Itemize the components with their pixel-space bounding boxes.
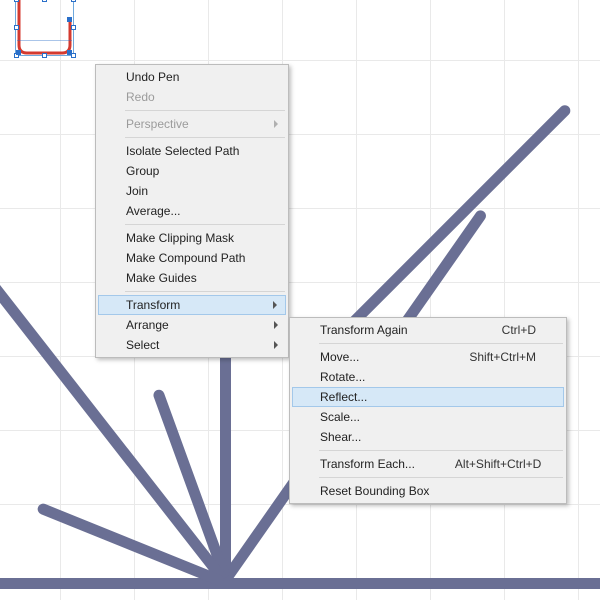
separator xyxy=(319,477,563,478)
anchor-selected[interactable] xyxy=(16,50,21,55)
menu-isolate[interactable]: Isolate Selected Path xyxy=(98,141,286,161)
anchor[interactable] xyxy=(71,0,76,2)
separator xyxy=(125,291,285,292)
menu-perspective: Perspective xyxy=(98,114,286,134)
menu-reset-bbox[interactable]: Reset Bounding Box xyxy=(292,481,564,501)
menu-transform[interactable]: Transform xyxy=(98,295,286,315)
menu-clipping-mask[interactable]: Make Clipping Mask xyxy=(98,228,286,248)
artwork-stroke xyxy=(0,578,600,589)
menu-average[interactable]: Average... xyxy=(98,201,286,221)
menu-transform-again[interactable]: Transform Again Ctrl+D xyxy=(292,320,564,340)
shortcut: Shift+Ctrl+M xyxy=(469,350,536,364)
anchor[interactable] xyxy=(14,25,19,30)
menu-scale[interactable]: Scale... xyxy=(292,407,564,427)
menu-guides[interactable]: Make Guides xyxy=(98,268,286,288)
anchor[interactable] xyxy=(71,25,76,30)
shortcut: Alt+Shift+Ctrl+D xyxy=(455,457,541,471)
menu-undo[interactable]: Undo Pen xyxy=(98,67,286,87)
menu-shear[interactable]: Shear... xyxy=(292,427,564,447)
context-menu[interactable]: Undo Pen Redo Perspective Isolate Select… xyxy=(95,64,289,358)
menu-compound-path[interactable]: Make Compound Path xyxy=(98,248,286,268)
separator xyxy=(125,137,285,138)
separator xyxy=(319,450,563,451)
chevron-right-icon xyxy=(274,120,278,128)
transform-submenu[interactable]: Transform Again Ctrl+D Move... Shift+Ctr… xyxy=(289,317,567,504)
canvas[interactable] xyxy=(0,0,600,600)
anchor-selected[interactable] xyxy=(67,50,72,55)
menu-redo: Redo xyxy=(98,87,286,107)
anchor[interactable] xyxy=(42,0,47,2)
anchor[interactable] xyxy=(14,0,19,2)
separator xyxy=(125,224,285,225)
menu-select[interactable]: Select xyxy=(98,335,286,355)
menu-join[interactable]: Join xyxy=(98,181,286,201)
selection-bbox xyxy=(15,0,74,56)
anchor[interactable] xyxy=(42,53,47,58)
artwork-stroke xyxy=(220,350,231,580)
chevron-right-icon xyxy=(274,341,278,349)
shortcut: Ctrl+D xyxy=(502,323,536,337)
menu-rotate[interactable]: Rotate... xyxy=(292,367,564,387)
menu-arrange[interactable]: Arrange xyxy=(98,315,286,335)
anchor-selected[interactable] xyxy=(67,17,72,22)
menu-transform-each[interactable]: Transform Each... Alt+Shift+Ctrl+D xyxy=(292,454,564,474)
separator xyxy=(319,343,563,344)
menu-move[interactable]: Move... Shift+Ctrl+M xyxy=(292,347,564,367)
chevron-right-icon xyxy=(273,301,277,309)
menu-reflect[interactable]: Reflect... xyxy=(292,387,564,407)
separator xyxy=(125,110,285,111)
chevron-right-icon xyxy=(274,321,278,329)
menu-group[interactable]: Group xyxy=(98,161,286,181)
